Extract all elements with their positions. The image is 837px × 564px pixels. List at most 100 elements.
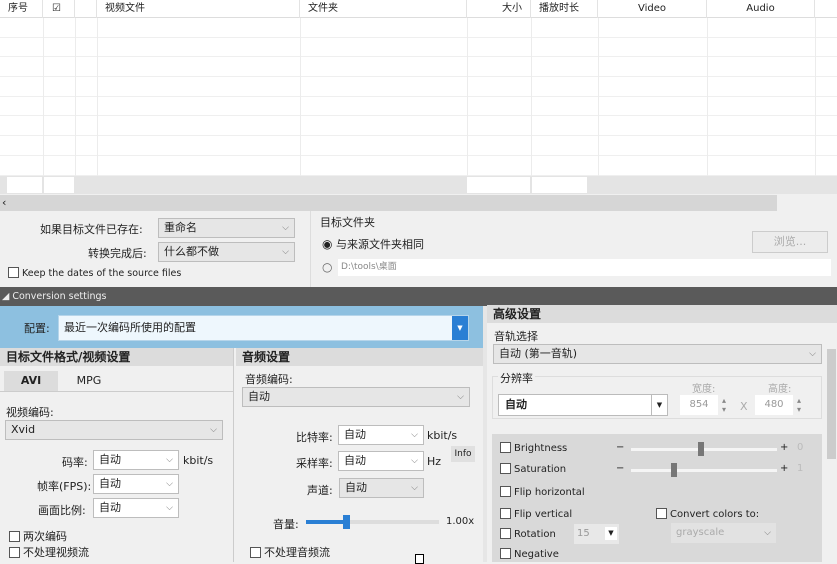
chevron-down-icon: ⌵	[166, 503, 173, 513]
checkbox-icon[interactable]	[500, 508, 511, 519]
custom-path-radio[interactable]: ○	[322, 260, 332, 274]
tab-avi[interactable]: AVI	[4, 371, 58, 391]
scroll-right-area[interactable]	[777, 195, 837, 211]
saturation-label: Saturation	[514, 464, 567, 475]
checkbox-icon[interactable]	[500, 442, 511, 453]
chevron-down-icon: ⌵	[166, 479, 173, 489]
browse-button[interactable]: 浏览...	[752, 231, 828, 253]
scroll-left-icon[interactable]: ‹	[2, 196, 6, 209]
rotation-select[interactable]: 15 ▼	[574, 524, 619, 544]
sample-rate-select[interactable]: 自动 ⌵	[338, 451, 424, 471]
fps-value: 自动	[99, 477, 121, 490]
tab-mpg[interactable]: MPG	[64, 371, 114, 391]
saturation-minus-button[interactable]: −	[616, 463, 624, 474]
convert-colors-label: Convert colors to:	[670, 509, 760, 520]
negative-checkbox[interactable]: Negative	[500, 548, 559, 560]
chevron-down-icon: ⌵	[166, 455, 173, 465]
saturation-slider[interactable]	[631, 463, 777, 477]
cursor-icon	[415, 554, 424, 564]
saturation-plus-button[interactable]: +	[780, 463, 788, 474]
col-video[interactable]: Video	[598, 0, 707, 18]
video-bitrate-value: 自动	[99, 453, 121, 466]
flip-vertical-checkbox[interactable]: Flip vertical	[500, 508, 572, 520]
checkbox-icon[interactable]	[9, 531, 20, 542]
dropdown-arrow-icon[interactable]: ▼	[605, 527, 617, 540]
col-audio[interactable]: Audio	[707, 0, 815, 18]
col-index[interactable]: 序号	[0, 0, 43, 18]
after-value: 什么都不做	[164, 245, 219, 258]
col-size[interactable]: 大小	[467, 0, 531, 18]
dropdown-arrow-icon[interactable]: ▼	[651, 395, 667, 415]
width-spinner[interactable]: ▴ ▾	[722, 396, 726, 414]
aspect-select[interactable]: 自动 ⌵	[93, 498, 179, 518]
width-input[interactable]: 854	[680, 395, 718, 415]
audio-codec-select[interactable]: 自动 ⌵	[242, 387, 470, 407]
checkbox-icon[interactable]	[250, 547, 261, 558]
if-exists-select[interactable]: 重命名 ⌵	[158, 218, 295, 238]
chevron-down-icon: ⌵	[282, 223, 289, 233]
info-button[interactable]: Info	[451, 446, 475, 462]
flip-horizontal-checkbox[interactable]: Flip horizontal	[500, 486, 585, 498]
video-bitrate-select[interactable]: 自动 ⌵	[93, 450, 179, 470]
height-input[interactable]: 480	[755, 395, 793, 415]
col-duration[interactable]: 播放时长	[531, 0, 598, 18]
track-select[interactable]: 自动 (第一音轨) ⌵	[493, 344, 822, 364]
brightness-thumb[interactable]	[698, 442, 704, 456]
keep-dates-checkbox[interactable]: Keep the dates of the source files	[8, 267, 181, 279]
two-pass-checkbox[interactable]: 两次编码	[9, 528, 67, 544]
conversion-settings-bar[interactable]: ◢ Conversion settings	[0, 287, 837, 306]
checkbox-icon[interactable]	[500, 528, 511, 539]
saturation-thumb[interactable]	[671, 463, 677, 477]
rotation-checkbox[interactable]: Rotation	[500, 528, 556, 540]
volume-thumb[interactable]	[342, 515, 350, 529]
horizontal-scrollbar[interactable]: ‹	[0, 195, 837, 211]
config-select[interactable]: 最近一次编码所使用的配置 ▼	[58, 315, 469, 341]
volume-slider[interactable]	[306, 515, 439, 529]
config-bar: 配置: 最近一次编码所使用的配置 ▼	[0, 306, 483, 348]
video-codec-select[interactable]: Xvid ⌵	[5, 420, 223, 440]
chevron-down-icon: ⌵	[457, 392, 464, 402]
file-table-body[interactable]	[0, 18, 837, 176]
col-select-all[interactable]: ☑	[43, 0, 75, 18]
col-folder[interactable]: 文件夹	[300, 0, 467, 18]
dropdown-arrow-icon[interactable]: ▼	[452, 316, 468, 340]
checkbox-icon[interactable]	[8, 267, 19, 278]
video-codec-value: Xvid	[11, 423, 36, 436]
checkbox-icon[interactable]	[656, 508, 667, 519]
audio-section-title: 音频设置	[236, 348, 483, 366]
custom-path-input[interactable]: D:\tools\桌面	[338, 259, 831, 276]
after-select[interactable]: 什么都不做 ⌵	[158, 242, 295, 262]
audio-bitrate-select[interactable]: 自动 ⌵	[338, 425, 424, 445]
channels-value: 自动	[345, 481, 367, 494]
audio-bitrate-label: 比特率:	[296, 431, 333, 444]
chevron-down-icon: ⌵	[809, 349, 816, 359]
saturation-value: 1	[797, 463, 804, 474]
channels-select[interactable]: 自动 ⌵	[339, 478, 424, 498]
brightness-minus-button[interactable]: −	[616, 442, 624, 453]
no-audio-checkbox[interactable]: 不处理音频流	[250, 544, 330, 560]
same-as-source-radio[interactable]: ◉ 与来源文件夹相同	[322, 236, 424, 252]
saturation-checkbox[interactable]: Saturation	[500, 463, 566, 475]
brightness-checkbox[interactable]: Brightness	[500, 442, 567, 454]
collapse-icon[interactable]: ◢	[2, 291, 9, 302]
convert-colors-checkbox[interactable]: Convert colors to:	[656, 508, 759, 520]
fps-select[interactable]: 自动 ⌵	[93, 474, 179, 494]
brightness-slider[interactable]	[631, 442, 777, 456]
radio-checked-icon[interactable]: ◉	[322, 237, 332, 251]
checkbox-icon[interactable]	[9, 547, 20, 558]
height-spinner[interactable]: ▴ ▾	[797, 396, 801, 414]
resolution-select[interactable]: 自动 ▼	[498, 394, 668, 416]
audio-bitrate-unit: kbit/s	[427, 429, 458, 442]
no-audio-label: 不处理音频流	[264, 546, 330, 559]
color-mode-select[interactable]: grayscale ⌵	[671, 523, 776, 543]
audio-codec-label: 音频编码:	[245, 373, 293, 386]
col-video-file[interactable]: 视频文件	[97, 0, 300, 18]
checkbox-icon[interactable]	[500, 486, 511, 497]
brightness-plus-button[interactable]: +	[780, 442, 788, 453]
aspect-value: 自动	[99, 501, 121, 514]
vertical-scrollbar[interactable]	[826, 324, 837, 562]
scroll-thumb[interactable]	[827, 349, 836, 459]
no-video-checkbox[interactable]: 不处理视频流	[9, 544, 89, 560]
checkbox-icon[interactable]	[500, 463, 511, 474]
checkbox-icon[interactable]	[500, 548, 511, 559]
